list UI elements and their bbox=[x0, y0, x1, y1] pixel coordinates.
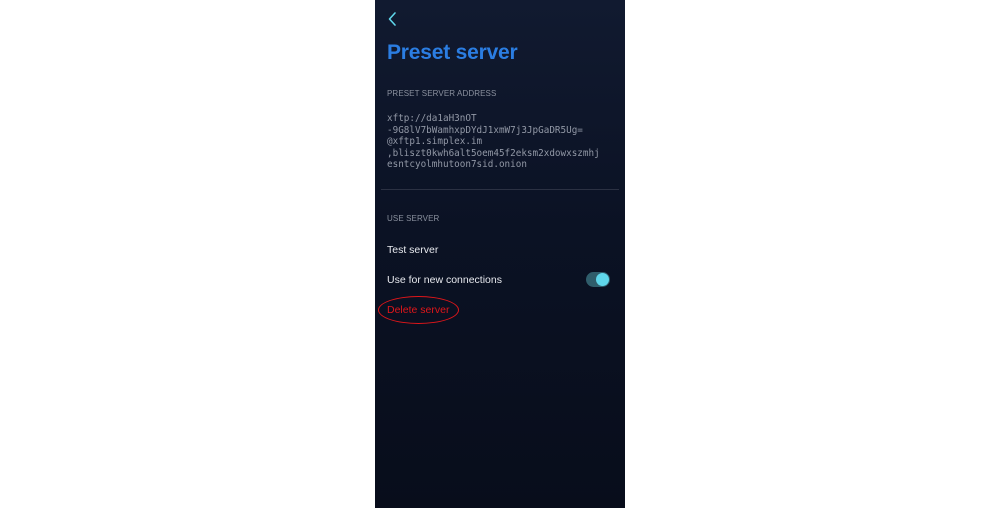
server-address-line: @xftp1.simplex.im bbox=[387, 136, 483, 147]
chevron-left-icon bbox=[388, 12, 396, 26]
back-button[interactable] bbox=[385, 10, 401, 28]
server-address-line: xftp://da1aH3nOT bbox=[387, 113, 477, 124]
page-title: Preset server bbox=[387, 41, 518, 64]
server-address-line: esntcyolmhutoon7sid.onion bbox=[387, 159, 527, 170]
section-divider bbox=[381, 189, 619, 190]
preset-server-address-label: PRESET SERVER ADDRESS bbox=[387, 89, 497, 98]
delete-server-button[interactable]: Delete server bbox=[387, 304, 449, 316]
server-address: xftp://da1aH3nOT -9G8lV7bWamhxpDYdJ1xmW7… bbox=[387, 113, 619, 171]
use-for-new-connections-toggle[interactable] bbox=[586, 272, 610, 287]
server-address-line: -9G8lV7bWamhxpDYdJ1xmW7j3JpGaDR5Ug= bbox=[387, 124, 583, 136]
server-address-line: ,bliszt0kwh6alt5oem45f2eksm2xdowxszmhj bbox=[387, 147, 600, 159]
test-server-button[interactable]: Test server bbox=[387, 244, 438, 256]
use-for-new-connections-label: Use for new connections bbox=[387, 274, 502, 286]
toggle-knob bbox=[596, 273, 609, 286]
use-server-label: USE SERVER bbox=[387, 214, 440, 223]
server-settings-screen: Preset server PRESET SERVER ADDRESS xftp… bbox=[375, 0, 625, 508]
